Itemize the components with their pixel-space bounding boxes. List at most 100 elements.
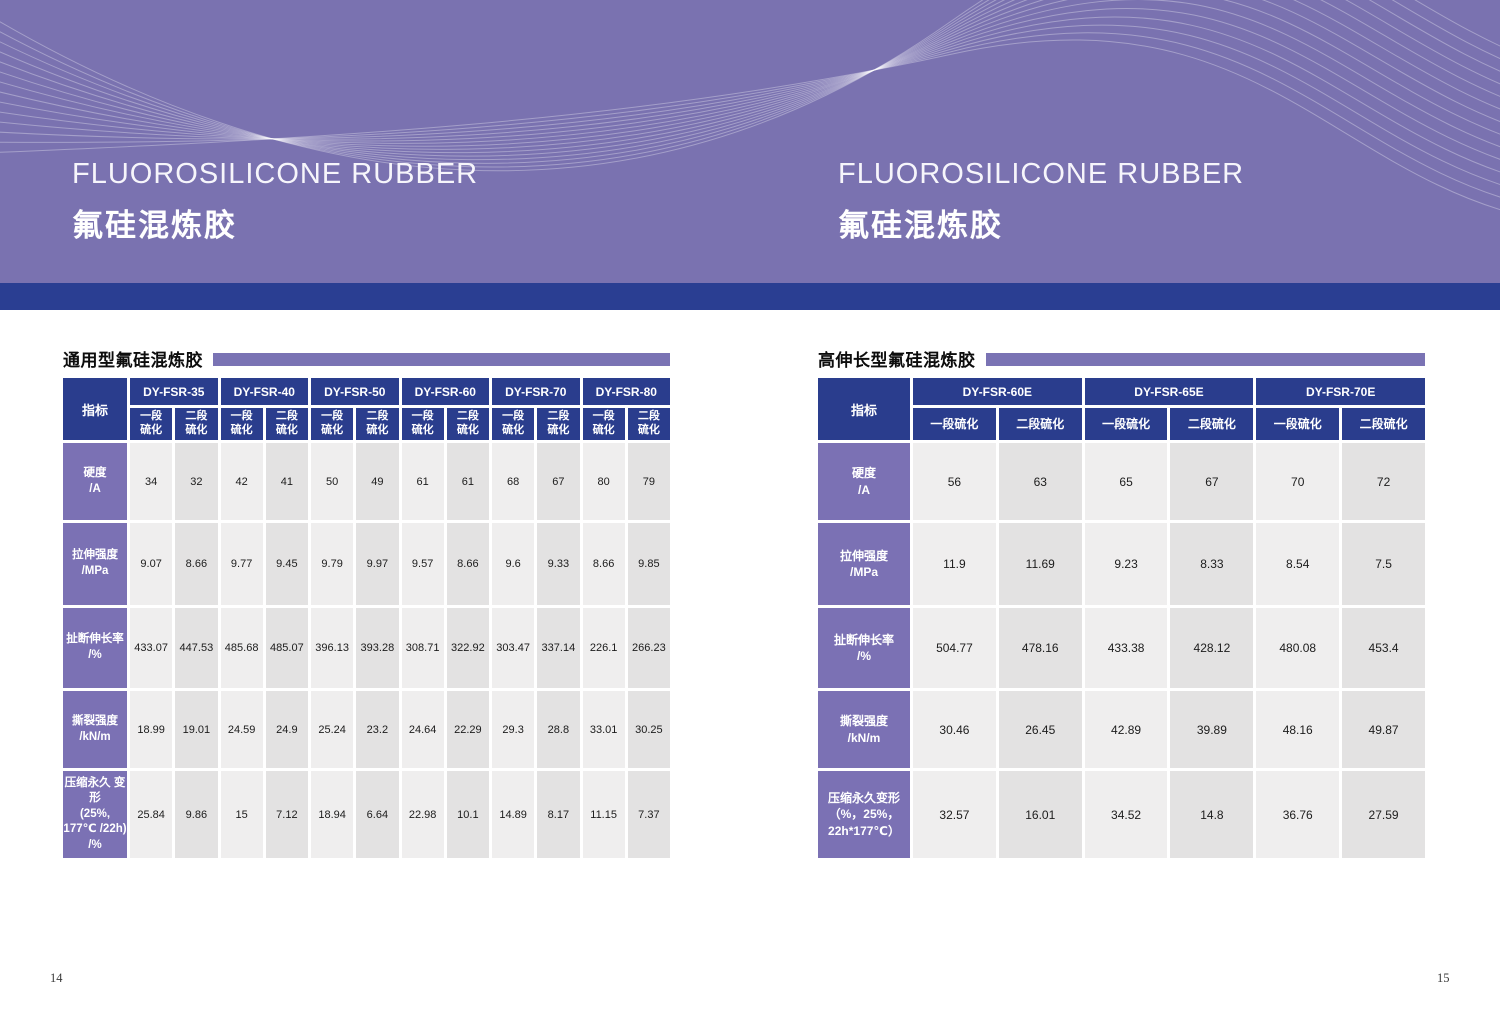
value-cell: 266.23 [628, 608, 670, 688]
model-header: DY-FSR-60 [402, 378, 490, 405]
cure-stage-header: 二段 硫化 [175, 408, 217, 440]
header-banner: FLUOROSILICONE RUBBER 氟硅混炼胶 FLUOROSILICO… [0, 0, 1500, 283]
row-label: 拉伸强度 /MPa [63, 523, 127, 605]
page-number-right: 15 [1437, 971, 1450, 986]
value-cell: 8.66 [583, 523, 625, 605]
value-cell: 9.86 [175, 771, 217, 858]
row-label: 拉伸强度 /MPa [818, 523, 910, 605]
row-label: 压缩永久变形 （%，25%， 22h*177℃） [818, 771, 910, 858]
value-cell: 24.59 [221, 691, 263, 768]
value-cell: 49 [356, 443, 398, 520]
value-cell: 42 [221, 443, 263, 520]
value-cell: 32 [175, 443, 217, 520]
value-cell: 65 [1085, 443, 1168, 520]
value-cell: 68 [492, 443, 534, 520]
section-title-bar [986, 353, 1426, 366]
row-label: 扯断伸长率 /% [818, 608, 910, 688]
value-cell: 18.94 [311, 771, 353, 858]
model-header: DY-FSR-80 [583, 378, 671, 405]
value-cell: 9.85 [628, 523, 670, 605]
value-cell: 396.13 [311, 608, 353, 688]
cure-stage-header: 一段 硫化 [311, 408, 353, 440]
value-cell: 24.9 [266, 691, 308, 768]
value-cell: 36.76 [1256, 771, 1339, 858]
value-cell: 9.33 [537, 523, 579, 605]
value-cell: 28.8 [537, 691, 579, 768]
section-heading-high-elongation: 高伸长型氟硅混炼胶 [818, 346, 1425, 371]
page-title-zh: 氟硅混炼胶 [72, 200, 478, 245]
spec-table: 指标DY-FSR-60EDY-FSR-65EDY-FSR-70E一段硫化二段硫化… [815, 375, 1428, 861]
model-header: DY-FSR-35 [130, 378, 218, 405]
value-cell: 70 [1256, 443, 1339, 520]
value-cell: 226.1 [583, 608, 625, 688]
value-cell: 41 [266, 443, 308, 520]
value-cell: 8.33 [1170, 523, 1253, 605]
value-cell: 22.29 [447, 691, 489, 768]
value-cell: 11.15 [583, 771, 625, 858]
value-cell: 19.01 [175, 691, 217, 768]
cure-stage-header: 二段硫化 [1342, 408, 1425, 440]
value-cell: 9.23 [1085, 523, 1168, 605]
value-cell: 63 [999, 443, 1082, 520]
catalog-spread: FLUOROSILICONE RUBBER 氟硅混炼胶 FLUOROSILICO… [0, 0, 1500, 1017]
model-header: DY-FSR-50 [311, 378, 399, 405]
general-fluorosilicone-table: 指标DY-FSR-35DY-FSR-40DY-FSR-50DY-FSR-60DY… [60, 375, 673, 861]
value-cell: 485.07 [266, 608, 308, 688]
page-title-en: FLUOROSILICONE RUBBER [838, 158, 1244, 191]
row-label: 撕裂强度 /kN/m [63, 691, 127, 768]
section-heading-general: 通用型氟硅混炼胶 [63, 346, 670, 371]
section-title: 高伸长型氟硅混炼胶 [818, 346, 976, 371]
value-cell: 11.69 [999, 523, 1082, 605]
value-cell: 27.59 [1342, 771, 1425, 858]
cure-stage-header: 二段 硫化 [447, 408, 489, 440]
cure-stage-header: 一段 硫化 [492, 408, 534, 440]
value-cell: 22.98 [402, 771, 444, 858]
value-cell: 428.12 [1170, 608, 1253, 688]
value-cell: 14.8 [1170, 771, 1253, 858]
value-cell: 6.64 [356, 771, 398, 858]
divider-band [0, 283, 1500, 310]
indicator-header: 指标 [818, 378, 910, 440]
value-cell: 433.38 [1085, 608, 1168, 688]
model-header: DY-FSR-60E [913, 378, 1082, 405]
value-cell: 453.4 [1342, 608, 1425, 688]
value-cell: 32.57 [913, 771, 996, 858]
row-label: 压缩永久 变形 (25%, 177℃ /22h) /% [63, 771, 127, 858]
value-cell: 14.89 [492, 771, 534, 858]
value-cell: 24.64 [402, 691, 444, 768]
value-cell: 39.89 [1170, 691, 1253, 768]
value-cell: 9.57 [402, 523, 444, 605]
header-title-right: FLUOROSILICONE RUBBER 氟硅混炼胶 [838, 158, 1244, 245]
section-title-bar [213, 353, 670, 366]
page-number-left: 14 [50, 971, 63, 986]
model-header: DY-FSR-70 [492, 378, 580, 405]
row-label: 硬度 /A [818, 443, 910, 520]
value-cell: 7.5 [1342, 523, 1425, 605]
value-cell: 33.01 [583, 691, 625, 768]
cure-stage-header: 二段 硫化 [356, 408, 398, 440]
indicator-header: 指标 [63, 378, 127, 440]
value-cell: 15 [221, 771, 263, 858]
page-title-zh: 氟硅混炼胶 [838, 200, 1244, 245]
value-cell: 10.1 [447, 771, 489, 858]
model-header: DY-FSR-40 [221, 378, 309, 405]
cure-stage-header: 二段硫化 [999, 408, 1082, 440]
section-title: 通用型氟硅混炼胶 [63, 346, 203, 371]
value-cell: 72 [1342, 443, 1425, 520]
cure-stage-header: 二段 硫化 [266, 408, 308, 440]
value-cell: 11.9 [913, 523, 996, 605]
value-cell: 9.6 [492, 523, 534, 605]
cure-stage-header: 一段硫化 [1256, 408, 1339, 440]
value-cell: 433.07 [130, 608, 172, 688]
value-cell: 79 [628, 443, 670, 520]
value-cell: 48.16 [1256, 691, 1339, 768]
value-cell: 42.89 [1085, 691, 1168, 768]
value-cell: 9.45 [266, 523, 308, 605]
value-cell: 337.14 [537, 608, 579, 688]
value-cell: 50 [311, 443, 353, 520]
value-cell: 30.46 [913, 691, 996, 768]
value-cell: 61 [447, 443, 489, 520]
value-cell: 308.71 [402, 608, 444, 688]
value-cell: 25.24 [311, 691, 353, 768]
value-cell: 56 [913, 443, 996, 520]
